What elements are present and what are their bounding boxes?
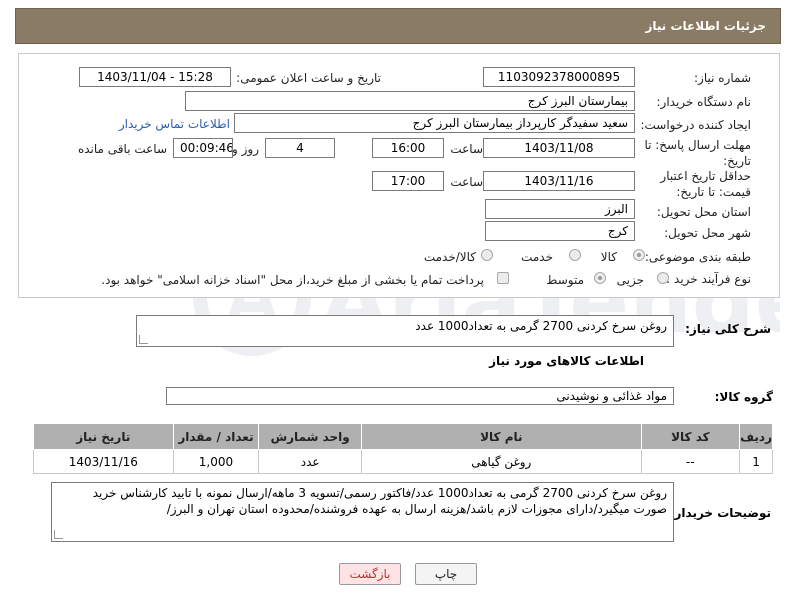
table-row: 1 -- روغن گیاهی عدد 1,000 1403/11/16 (33, 449, 773, 474)
buyer-notes-text: روغن سرخ کردنی 2700 گرمی به تعداد1000 عد… (92, 486, 667, 516)
category-option-goods-service: کالا/خدمت (423, 250, 476, 264)
goods-group-label: گروه کالا: (714, 390, 773, 404)
goods-group-field: مواد غذائی و نوشیدنی (166, 387, 674, 405)
remaining-time-field: 00:09:46 (173, 138, 233, 158)
creator-field: سعید سفیدگر کارپرداز بیمارستان البرز کرج (234, 113, 635, 133)
city-field: کرج (485, 221, 635, 241)
city-label: شهر محل تحویل: (664, 226, 751, 240)
summary-label: شرح کلی نیاز: (685, 322, 771, 336)
back-button[interactable]: بازگشت (339, 563, 401, 585)
summary-textarea: روغن سرخ کردنی 2700 گرمی به تعداد1000 عد… (136, 315, 674, 347)
category-radio-goods[interactable] (633, 249, 645, 261)
price-validity-time-field: 17:00 (372, 171, 444, 191)
cell-unit: عدد (258, 449, 363, 474)
col-goods-name: نام کالا (361, 423, 642, 450)
price-validity-date-field: 1403/11/16 (483, 171, 635, 191)
reply-date-field: 1403/11/08 (483, 138, 635, 158)
remaining-time-label: ساعت باقی مانده (77, 142, 167, 156)
buyer-contact-link[interactable]: اطلاعات تماس خریدار (119, 117, 230, 131)
col-quantity: تعداد / مقدار (172, 423, 260, 450)
resize-handle-icon[interactable] (139, 335, 148, 344)
cell-goods-name: روغن گیاهی (361, 449, 642, 474)
buyer-notes-textarea: روغن سرخ کردنی 2700 گرمی به تعداد1000 عد… (51, 482, 674, 542)
reply-deadline-label: مهلت ارسال پاسخ: تا تاریخ: (644, 138, 751, 168)
treasury-payment-note: پرداخت تمام یا بخشی از مبلغ خرید،از محل … (101, 273, 484, 287)
need-number-field: 1103092378000895 (483, 67, 635, 87)
cell-quantity: 1,000 (172, 449, 260, 474)
province-field: البرز (485, 199, 635, 219)
announce-datetime-label: تاریخ و ساعت اعلان عمومی: (236, 71, 381, 85)
col-unit: واحد شمارش (258, 423, 363, 450)
process-type-label: نوع فرآیند خرید : (666, 272, 751, 286)
reply-time-label: ساعت (450, 142, 483, 156)
col-row-number: ردیف (739, 423, 773, 450)
category-option-service: خدمت (521, 250, 553, 264)
page-title: جزئیات اطلاعات نیاز (645, 19, 766, 33)
process-radio-minor[interactable] (657, 272, 669, 284)
price-validity-time-label: ساعت (450, 175, 483, 189)
goods-table-header: ردیف کد کالا نام کالا واحد شمارش تعداد /… (33, 423, 773, 450)
summary-text: روغن سرخ کردنی 2700 گرمی به تعداد1000 عد… (415, 319, 667, 333)
cell-row-number: 1 (739, 449, 773, 474)
buyer-org-label: نام دستگاه خریدار: (656, 95, 752, 109)
goods-section-title: اطلاعات کالاهای مورد نیاز (489, 354, 644, 368)
need-number-label: شماره نیاز: (694, 71, 751, 85)
days-label: روز و (232, 142, 259, 156)
price-validity-label: حداقل تاریخ اعتبار قیمت: تا تاریخ: (660, 169, 751, 199)
treasury-payment-checkbox[interactable] (497, 272, 509, 284)
category-label: طبقه بندی موضوعی: (644, 250, 751, 264)
category-option-goods: کالا (600, 250, 617, 264)
cell-need-date: 1403/11/16 (33, 449, 174, 474)
creator-label: ایجاد کننده درخواست: (640, 118, 751, 132)
process-option-medium: متوسط (546, 273, 584, 287)
process-radio-medium[interactable] (594, 272, 606, 284)
page-header: جزئیات اطلاعات نیاز (15, 8, 781, 44)
buyer-org-field: بیمارستان البرز کرج (185, 91, 635, 111)
col-goods-code: کد کالا (640, 423, 741, 450)
print-button[interactable]: چاپ (415, 563, 477, 585)
resize-handle-icon[interactable] (54, 530, 63, 539)
col-need-date: تاریخ نیاز (33, 423, 174, 450)
process-option-minor: جزیی (616, 273, 644, 287)
buyer-notes-label: توضیحات خریدار: (669, 506, 771, 520)
remaining-days-field: 4 (265, 138, 335, 158)
goods-table: ردیف کد کالا نام کالا واحد شمارش تعداد /… (33, 423, 773, 474)
cell-goods-code: -- (640, 449, 741, 474)
announce-datetime-field: 1403/11/04 - 15:28 (79, 67, 231, 87)
category-radio-service[interactable] (569, 249, 581, 261)
province-label: استان محل تحویل: (656, 205, 751, 219)
reply-time-field: 16:00 (372, 138, 444, 158)
category-radio-goods-service[interactable] (481, 249, 493, 261)
